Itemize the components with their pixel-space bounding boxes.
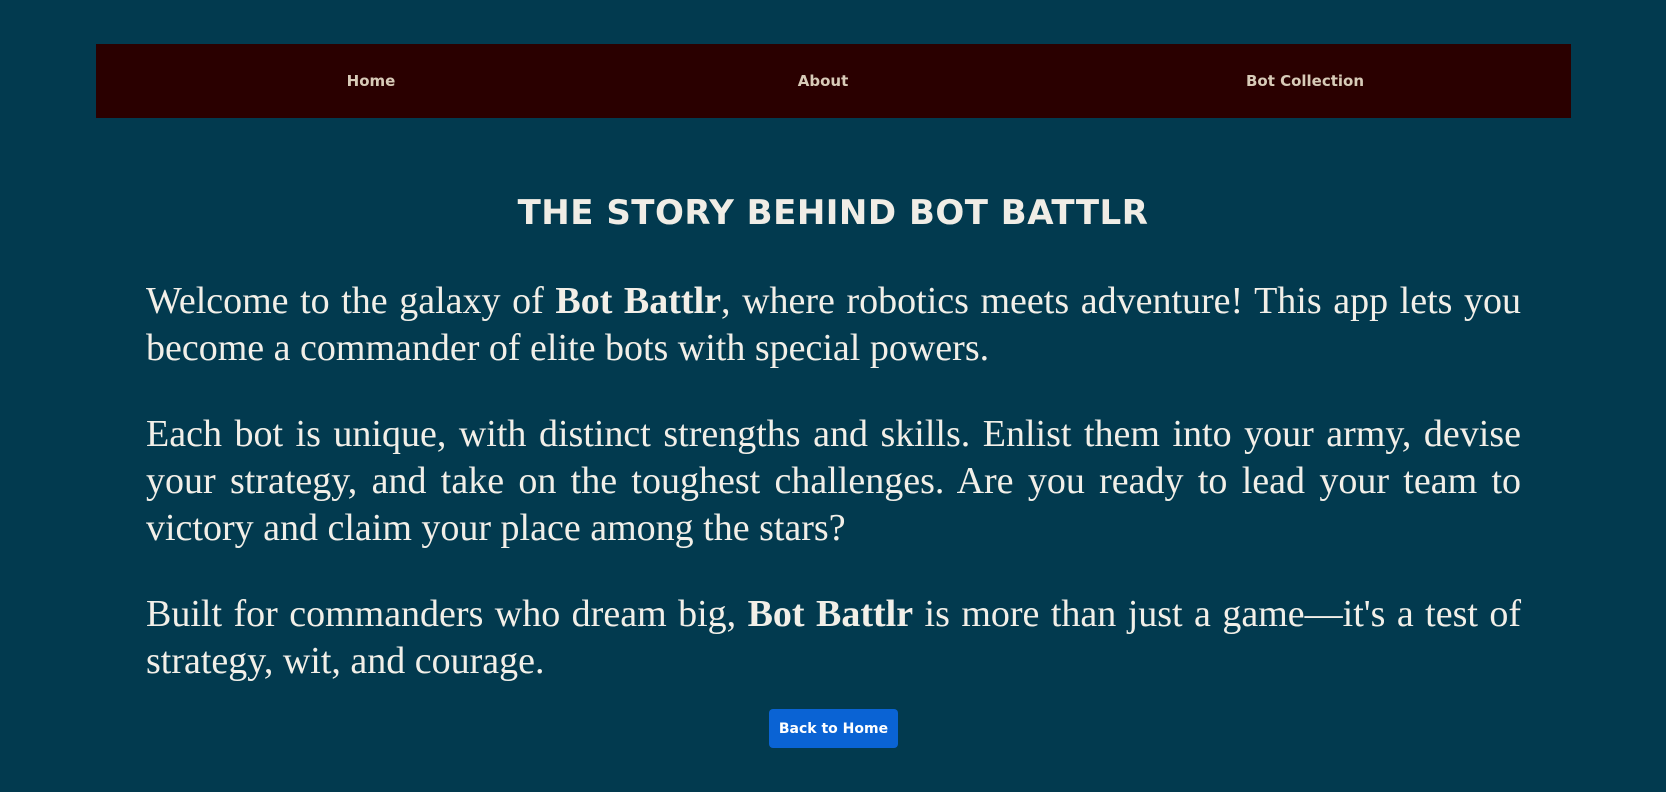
closing-paragraph: Built for commanders who dream big, Bot … — [146, 591, 1521, 685]
nav-link-about[interactable]: About — [798, 44, 849, 118]
page-title: THE STORY BEHIND BOT BATTLR — [517, 193, 1149, 233]
back-to-home-button[interactable]: Back to Home — [769, 709, 898, 748]
intro-text-start: Welcome to the galaxy of — [146, 280, 556, 322]
intro-paragraph: Welcome to the galaxy of Bot Battlr, whe… — [146, 278, 1521, 372]
closing-text-start: Built for commanders who dream big, — [146, 593, 748, 635]
nav-link-bot-collection[interactable]: Bot Collection — [1246, 44, 1364, 118]
bots-paragraph: Each bot is unique, with distinct streng… — [146, 413, 1521, 549]
intro-app-name: Bot Battlr — [555, 280, 722, 322]
story-content: Welcome to the galaxy of Bot Battlr, whe… — [146, 278, 1521, 685]
closing-app-name: Bot Battlr — [747, 593, 914, 635]
nav-link-home[interactable]: Home — [347, 44, 396, 118]
navbar: Home About Bot Collection — [96, 44, 1571, 118]
